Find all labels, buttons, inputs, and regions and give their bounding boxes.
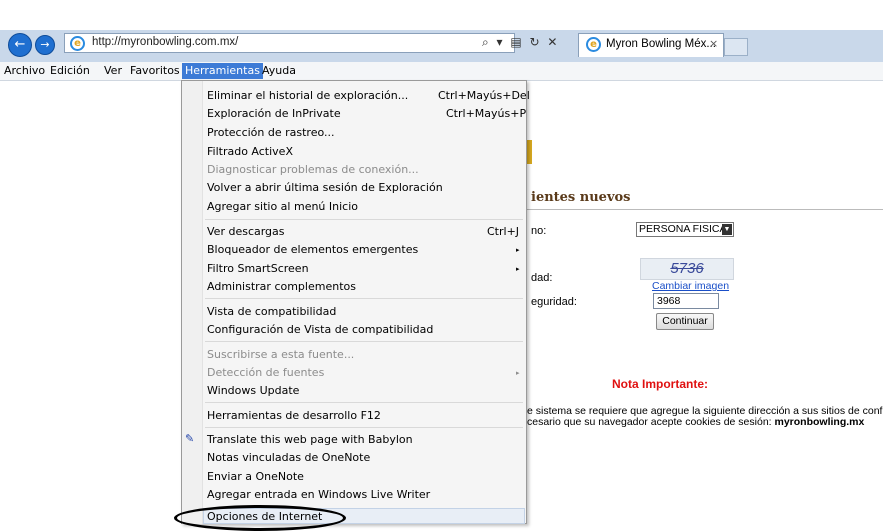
menu-item-inprivate[interactable]: Exploración de InPrivate	[207, 107, 341, 121]
menu-separator	[205, 402, 523, 403]
menu-item-config-compatibilidad[interactable]: Configuración de Vista de compatibilidad	[207, 323, 433, 337]
submenu-arrow-icon: ▸	[516, 265, 520, 273]
tab-ie-icon: e	[586, 37, 601, 52]
menu-item-smartscreen[interactable]: Filtro SmartScreen	[207, 262, 309, 276]
menu-ver[interactable]: Ver	[101, 63, 125, 79]
menu-archivo[interactable]: Archivo	[1, 63, 48, 79]
submenu-arrow-icon: ▸	[516, 246, 520, 254]
label-codigo: eguridad:	[531, 296, 577, 308]
forward-arrow-icon: →	[40, 38, 50, 51]
chevron-down-icon[interactable]: ▼	[722, 224, 732, 235]
menu-ayuda[interactable]: Ayuda	[259, 63, 299, 79]
menu-item-bloqueador[interactable]: Bloqueador de elementos emergentes	[207, 243, 418, 257]
menu-item-live-writer[interactable]: Agregar entrada en Windows Live Writer	[207, 488, 430, 502]
back-arrow-icon: ←	[14, 37, 26, 52]
menu-separator	[205, 341, 523, 342]
label-seguridad: dad:	[531, 272, 553, 284]
menu-item-reabrir-sesion[interactable]: Volver a abrir última sesión de Explorac…	[207, 181, 443, 195]
menu-item-herramientas-desarrollo[interactable]: Herramientas de desarrollo F12	[207, 409, 381, 423]
menu-item-diagnosticar: Diagnosticar problemas de conexión...	[207, 163, 419, 176]
change-image-link[interactable]: Cambiar imagen	[652, 280, 729, 292]
important-note-title: Nota Importante:	[612, 377, 708, 391]
address-url[interactable]: http://myronbowling.com.mx/	[92, 36, 238, 48]
ie-page-icon: e	[70, 36, 85, 51]
forward-button[interactable]: →	[35, 35, 55, 55]
menu-item-agregar-inicio[interactable]: Agregar sitio al menú Inicio	[207, 200, 358, 214]
new-tab-button[interactable]	[724, 38, 748, 56]
captcha-image: 5736	[640, 258, 734, 280]
heading-divider	[527, 209, 883, 210]
menu-item-suscribirse: Suscribirse a esta fuente...	[207, 348, 355, 361]
menu-herramientas[interactable]: Herramientas	[182, 63, 263, 79]
submenu-arrow-icon: ▸	[516, 369, 520, 377]
menu-separator	[205, 219, 523, 220]
shortcut-descargas: Ctrl+J	[487, 225, 520, 238]
select-value: PERSONA FISICA	[639, 223, 727, 235]
title-bar	[0, 0, 883, 30]
person-type-select[interactable]: PERSONA FISICA ▼	[636, 222, 734, 237]
menu-item-notas-onenote[interactable]: Notas vinculadas de OneNote	[207, 451, 370, 465]
note-line-2-text: cesario que su navegador acepte cookies …	[527, 416, 775, 428]
menu-favoritos[interactable]: Favoritos	[127, 63, 183, 79]
menu-item-deteccion-fuentes: Detección de fuentes	[207, 366, 325, 379]
menu-item-ver-descargas[interactable]: Ver descargas	[207, 225, 285, 239]
menu-item-eliminar-historial[interactable]: Eliminar el historial de exploración...	[207, 89, 408, 103]
note-line-2: cesario que su navegador acepte cookies …	[527, 416, 864, 428]
shortcut-eliminar: Ctrl+Mayús+Del	[438, 89, 530, 102]
security-code-input[interactable]: 3968	[653, 293, 719, 309]
tab-title[interactable]: Myron Bowling Méx...	[606, 38, 716, 50]
menu-item-complementos[interactable]: Administrar complementos	[207, 280, 356, 294]
continue-button[interactable]: Continuar	[656, 313, 714, 330]
back-button[interactable]: ←	[8, 33, 32, 57]
shortcut-inprivate: Ctrl+Mayús+P	[446, 107, 527, 120]
tab-close-icon[interactable]: ×	[709, 37, 718, 50]
menu-item-filtrado-activex[interactable]: Filtrado ActiveX	[207, 145, 293, 159]
menu-item-enviar-onenote[interactable]: Enviar a OneNote	[207, 470, 304, 484]
page-heading: ientes nuevos	[531, 190, 631, 205]
menu-item-windows-update[interactable]: Windows Update	[207, 384, 299, 398]
menu-edicion[interactable]: Edición	[47, 63, 93, 79]
menu-item-vista-compatibilidad[interactable]: Vista de compatibilidad	[207, 305, 336, 319]
menu-separator	[205, 427, 523, 428]
address-bar-icons[interactable]: ⌕ ▾ ▤ ↻ ✕	[482, 35, 559, 50]
menu-item-babylon[interactable]: Translate this web page with Babylon	[207, 433, 413, 447]
menu-icon-gutter	[182, 81, 203, 524]
menu-separator	[205, 298, 523, 299]
annotation-oval	[174, 505, 346, 531]
babylon-icon: ✎	[185, 432, 195, 445]
menu-item-proteccion-rastreo[interactable]: Protección de rastreo...	[207, 126, 335, 140]
note-domain: myronbowling.mx	[774, 416, 865, 428]
label-tipo: no:	[531, 225, 547, 237]
logo-fragment	[527, 140, 532, 164]
